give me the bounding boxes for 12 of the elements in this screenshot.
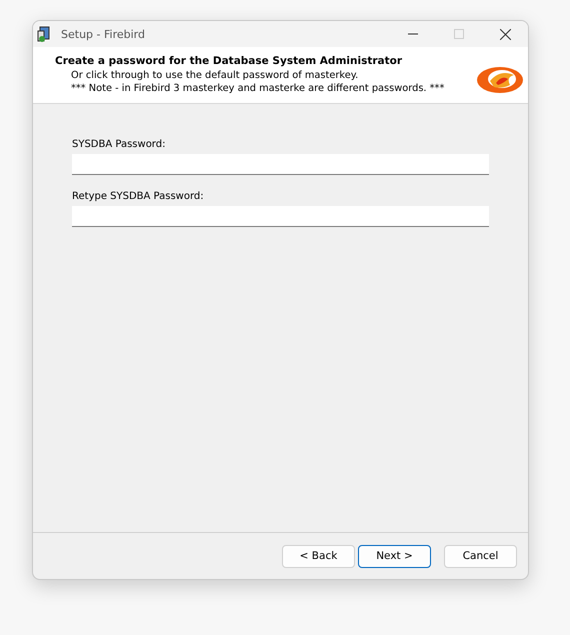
window-title: Setup - Firebird: [61, 28, 146, 40]
description-text: *** Note - in Firebird 3 masterkey and masterke are different passwords. ***: [71, 82, 446, 95]
password-field[interactable]: [72, 206, 489, 227]
page-heading: Create a password for the Database System Administrator: [55, 55, 404, 67]
field-label: Retype SYSDBA Password:: [72, 191, 205, 202]
description-text: Or click through to use the default password of masterkey.: [71, 69, 360, 82]
dialog-button[interactable]: Cancel: [444, 544, 517, 568]
dialog-button[interactable]: Next >: [358, 544, 431, 568]
dialog-button[interactable]: < Back: [282, 544, 355, 568]
close-icon[interactable]: [500, 28, 510, 40]
field-label: SYSDBA Password:: [72, 139, 166, 150]
password-field[interactable]: [72, 154, 489, 175]
